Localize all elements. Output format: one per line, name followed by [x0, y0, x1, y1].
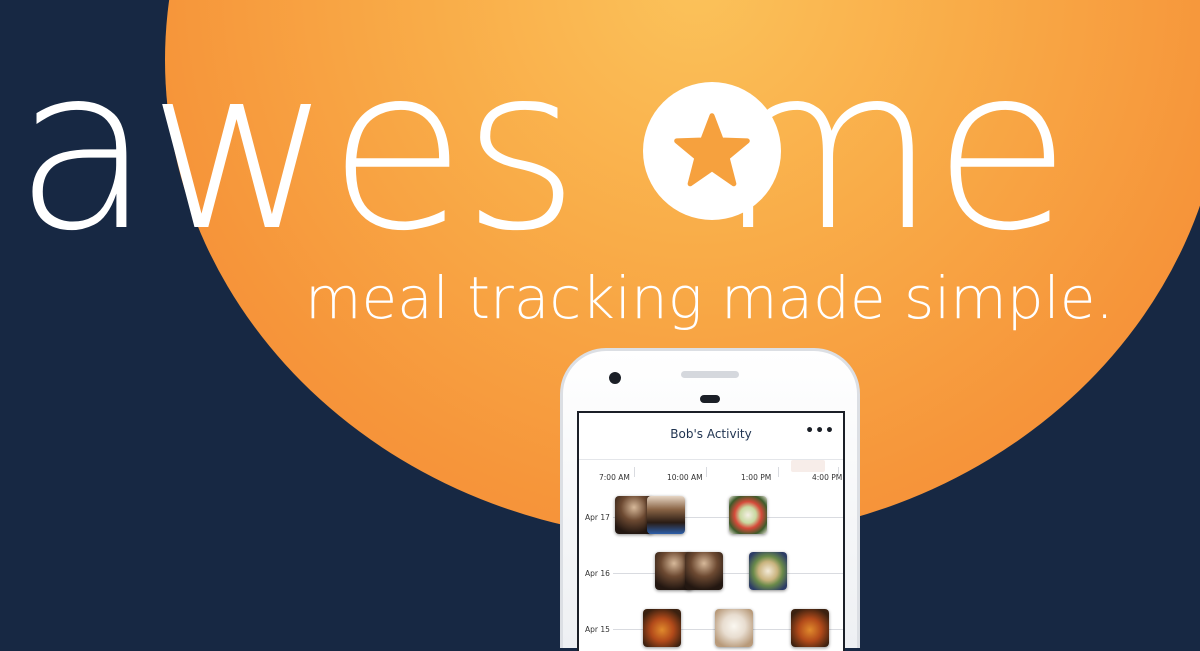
date-label: Apr 17: [585, 513, 610, 522]
date-label: Apr 16: [585, 569, 610, 578]
scrolled-photo-fragment: [791, 460, 825, 472]
time-tick: [706, 467, 707, 477]
star-icon: [674, 113, 750, 187]
time-label-1pm: 1:00 PM: [741, 473, 772, 482]
meal-photo-salad[interactable]: [729, 496, 767, 534]
meal-photo-curry[interactable]: [643, 609, 681, 647]
time-label-10am: 10:00 AM: [667, 473, 703, 482]
earpiece: [700, 395, 720, 403]
meal-photo-rice[interactable]: [715, 609, 753, 647]
time-tick: [634, 467, 635, 477]
time-tick: [838, 467, 839, 477]
headline-awesome: awes me: [14, 19, 1194, 281]
tagline: meal tracking made simple.: [305, 264, 1114, 332]
speaker-grille: [681, 371, 739, 378]
page-title: Bob's Activity: [670, 427, 752, 441]
time-tick: [778, 467, 779, 477]
headline-text-start: awes: [14, 19, 580, 281]
app-header: Bob's Activity •••: [579, 413, 843, 460]
star-o-badge: [643, 82, 781, 220]
app-screen: Bob's Activity ••• 7:00 AM 10:00 AM 1:00…: [577, 411, 845, 651]
front-camera: [609, 372, 621, 384]
meal-photo-curry[interactable]: [791, 609, 829, 647]
time-label-7am: 7:00 AM: [599, 473, 630, 482]
meal-photo-bowl[interactable]: [749, 552, 787, 590]
phone-mockup: Bob's Activity ••• 7:00 AM 10:00 AM 1:00…: [560, 348, 860, 651]
meal-photo-coffee[interactable]: [647, 496, 685, 534]
meal-photo-coffee[interactable]: [685, 552, 723, 590]
more-options-icon[interactable]: •••: [805, 423, 835, 439]
day-row-line: [613, 573, 843, 574]
